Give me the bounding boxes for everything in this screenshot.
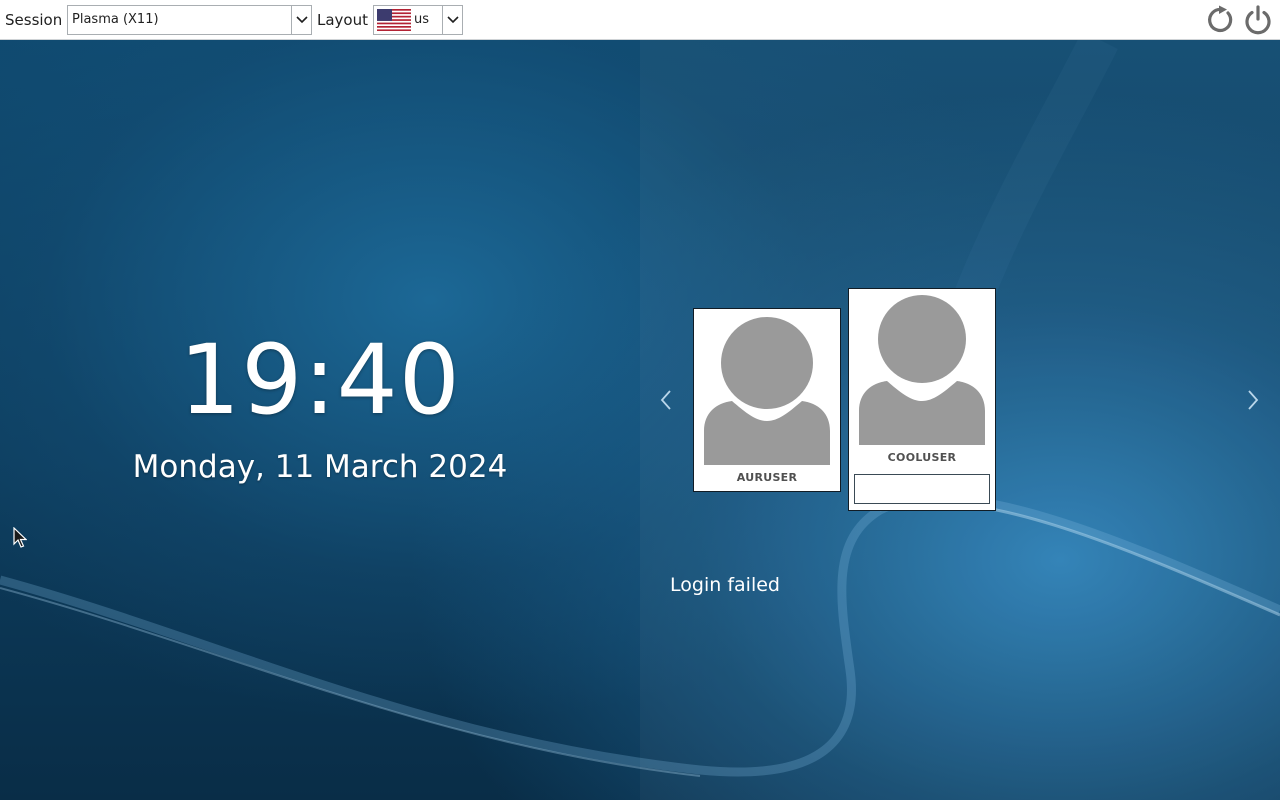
layout-select[interactable]: us [373, 5, 463, 35]
restart-icon [1208, 5, 1233, 33]
next-user-button[interactable] [1243, 385, 1263, 415]
us-flag-icon [377, 9, 411, 31]
chevron-down-icon [296, 16, 308, 24]
chevron-down-icon [447, 16, 459, 24]
top-bar: Session Plasma (X11) Layout us [0, 0, 1280, 40]
previous-user-button[interactable] [656, 385, 676, 415]
mouse-cursor-icon [13, 527, 27, 548]
chevron-left-icon [660, 390, 671, 410]
session-label: Session [5, 11, 63, 29]
default-user-icon [857, 293, 987, 445]
restart-button[interactable] [1206, 5, 1236, 35]
clock-date: Monday, 11 March 2024 [132, 449, 508, 485]
user-name: AURUSER [736, 471, 798, 484]
login-status-message: Login failed [670, 574, 780, 596]
user-name: COOLUSER [887, 451, 957, 464]
user-card-auruser[interactable]: AURUSER [693, 308, 841, 492]
layout-dropdown-button[interactable] [442, 6, 462, 34]
password-input[interactable] [854, 474, 990, 504]
chevron-right-icon [1248, 390, 1259, 410]
session-select[interactable]: Plasma (X11) [67, 5, 312, 35]
default-user-icon [702, 313, 832, 465]
shutdown-button[interactable] [1243, 5, 1273, 35]
user-card-cooluser[interactable]: COOLUSER [848, 288, 996, 511]
session-dropdown-button[interactable] [291, 6, 311, 34]
layout-label: Layout [317, 11, 368, 29]
clock-time: 19:40 [179, 324, 461, 436]
session-select-value: Plasma (X11) [72, 12, 159, 27]
layout-select-value: us [414, 12, 430, 27]
shutdown-icon [1245, 5, 1271, 35]
login-screen: Session Plasma (X11) Layout us 19:40 Mon… [0, 0, 1280, 800]
